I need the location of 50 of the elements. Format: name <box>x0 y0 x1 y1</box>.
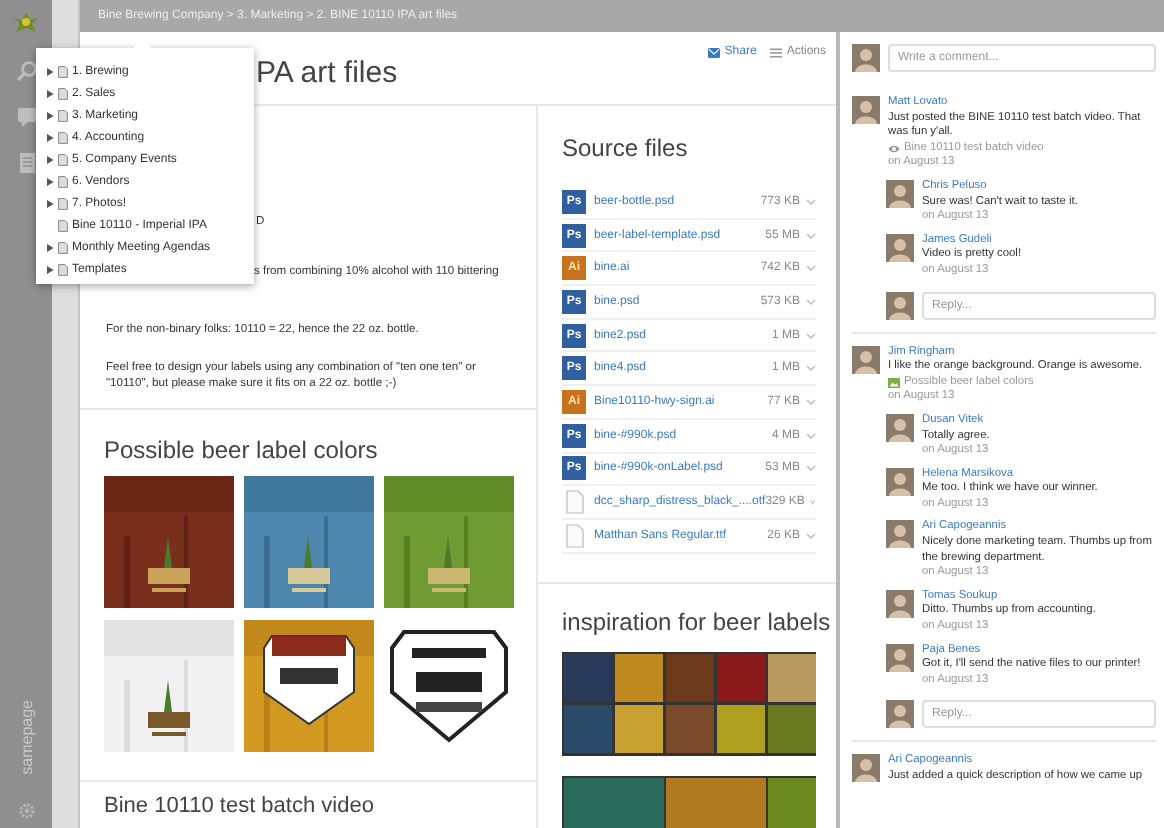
avatar <box>886 520 914 549</box>
expand-arrow-icon[interactable] <box>46 89 54 97</box>
chevron-icon[interactable] <box>806 431 816 440</box>
avatar <box>852 345 880 374</box>
expand-arrow-icon[interactable] <box>46 111 54 119</box>
chevron-icon[interactable] <box>806 464 816 473</box>
avatar <box>852 44 880 72</box>
section-title: Possible beer label colors <box>102 434 380 464</box>
section-title: Source files <box>562 132 690 162</box>
chevron-icon[interactable] <box>806 331 816 340</box>
expand-arrow-icon[interactable] <box>46 133 54 141</box>
mail-icon <box>708 47 721 57</box>
chevron-icon[interactable] <box>806 531 816 540</box>
expand-arrow-icon[interactable] <box>46 155 54 163</box>
document-icon[interactable] <box>15 152 37 174</box>
section-title: inspiration for beer labels <box>562 605 833 636</box>
section-title: Bine 10110 test batch video <box>102 792 376 818</box>
avatar <box>886 233 914 262</box>
avatar <box>852 754 880 783</box>
expand-arrow-icon[interactable] <box>46 177 54 185</box>
avatar <box>852 96 880 124</box>
page-title: PA art files <box>256 56 398 92</box>
avatar <box>886 413 914 442</box>
image-icon <box>888 378 900 389</box>
chevron-icon[interactable] <box>806 197 816 206</box>
avatar <box>886 589 914 618</box>
search-icon[interactable] <box>15 60 37 82</box>
avatar <box>886 467 914 496</box>
brand-name: samepage <box>17 699 35 774</box>
expand-arrow-icon[interactable] <box>46 243 54 251</box>
logo-icon[interactable] <box>12 8 40 36</box>
avatar <box>886 700 914 729</box>
expand-arrow-icon[interactable] <box>46 199 54 207</box>
chevron-icon[interactable] <box>810 498 816 507</box>
avatar <box>886 643 914 672</box>
expand-arrow-icon[interactable] <box>46 265 54 273</box>
chevron-icon[interactable] <box>806 231 816 240</box>
avatar <box>886 179 914 208</box>
file-icon <box>562 490 586 515</box>
eye-icon <box>888 144 900 155</box>
avatar <box>886 291 914 320</box>
list-icon <box>770 47 783 57</box>
chevron-icon[interactable] <box>806 264 816 273</box>
chevron-icon[interactable] <box>806 297 816 306</box>
chat-icon[interactable] <box>15 106 37 128</box>
settings-icon[interactable] <box>17 802 35 820</box>
file-icon <box>562 523 586 548</box>
expand-arrow-icon[interactable] <box>46 67 54 75</box>
chevron-icon[interactable] <box>806 364 816 373</box>
chevron-icon[interactable] <box>806 397 816 406</box>
